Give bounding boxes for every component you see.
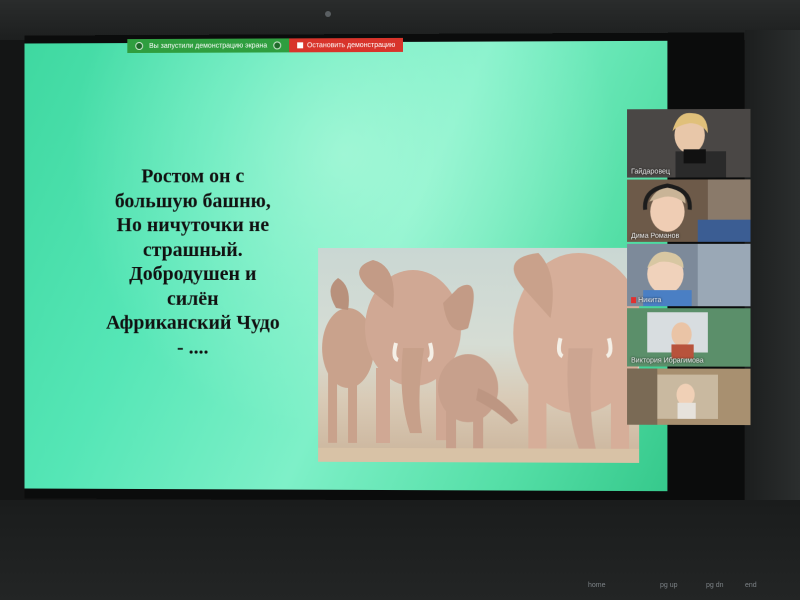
muted-mic-icon: [631, 297, 636, 303]
elephants-photo: [318, 248, 639, 463]
laptop-bezel-right: [745, 30, 800, 500]
presentation-slide: Ростом он с большую башню, Но ничуточки …: [25, 41, 668, 491]
riddle-text: Ростом он с большую башню, Но ничуточки …: [84, 164, 302, 360]
riddle-line: Африканский Чудо: [84, 311, 302, 336]
participant-name: Дима Романов: [631, 233, 679, 240]
stop-share-button[interactable]: Остановить демонстрацию: [289, 38, 403, 52]
participant-name: Гайдаровец: [631, 168, 670, 175]
laptop-keyboard-area: [0, 500, 800, 600]
shield-icon: [273, 41, 281, 49]
stop-icon: [297, 42, 303, 48]
participant-tile[interactable]: Виктория Ибрагимова: [627, 308, 750, 366]
webcam-lens: [325, 11, 331, 17]
riddle-line: силён: [84, 286, 302, 311]
riddle-line: Ростом он с: [84, 164, 302, 189]
share-status-pill: Вы запустили демонстрацию экрана: [127, 38, 289, 53]
participant-tile[interactable]: Дима Романов: [627, 179, 750, 241]
participant-tile[interactable]: Гайдаровец: [627, 109, 750, 178]
laptop-screen: Ростом он с большую башню, Но ничуточки …: [25, 32, 745, 501]
riddle-line: страшный.: [84, 238, 302, 262]
elephant-figure: [322, 278, 374, 443]
elephant-figure: [438, 354, 518, 453]
keyboard-key-label: pg up: [660, 582, 678, 589]
riddle-line: Но ничуточки не: [84, 213, 302, 238]
keyboard-key-label: pg dn: [706, 582, 724, 589]
participant-name: Виктория Ибрагимова: [631, 357, 704, 364]
screen-share-bar: Вы запустили демонстрацию экрана Останов…: [127, 38, 403, 53]
participant-tile[interactable]: [627, 368, 750, 425]
participant-name: Никита: [631, 297, 661, 304]
keyboard-key-label: end: [745, 582, 757, 589]
keyboard-key-label: home: [588, 582, 606, 589]
riddle-line: - ....: [84, 335, 302, 360]
participant-name-text: Никита: [638, 297, 661, 304]
elephant-figure: [513, 253, 639, 459]
participant-tile[interactable]: Никита: [627, 244, 750, 306]
riddle-line: большую башню,: [84, 189, 302, 214]
stop-share-label: Остановить демонстрацию: [307, 41, 395, 48]
riddle-line: Добродушен и: [84, 262, 302, 286]
share-indicator-icon: [135, 42, 143, 50]
share-status-label: Вы запустили демонстрацию экрана: [149, 42, 267, 49]
